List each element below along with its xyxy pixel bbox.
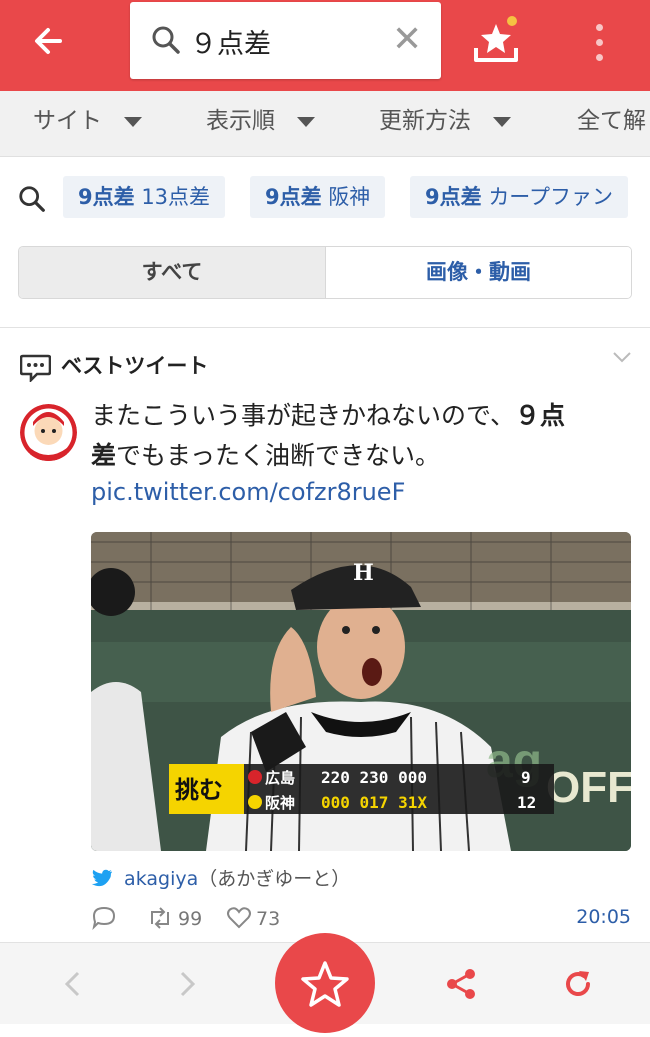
tweet-text: またこういう事が起きかねないので、９点 差でもまったく油断できない。	[91, 401, 566, 470]
search-icon	[19, 186, 45, 212]
related-chip[interactable]: 9点差 13点差	[63, 176, 226, 218]
team2-innings: 000 017 31X	[321, 793, 427, 812]
svg-text:H: H	[353, 560, 374, 586]
caret-down-icon	[124, 116, 142, 127]
like-count: 73	[256, 908, 281, 930]
tweet-time[interactable]: 20:05	[576, 906, 631, 928]
share-icon[interactable]	[443, 966, 479, 1002]
reply-button[interactable]	[91, 906, 121, 931]
search-input[interactable]: ９点差 ✕	[130, 2, 441, 79]
retweet-button[interactable]: 99	[146, 906, 202, 930]
tab-media[interactable]: 画像・動画	[325, 247, 631, 298]
chevron-left-icon[interactable]	[60, 969, 86, 999]
filter-bar: サイト 表示順 更新方法 全て解	[0, 91, 650, 157]
tweet-image[interactable]: H ag OFF 挑む 広島 阪神 220 230 000 000 017 31…	[91, 532, 631, 851]
author-handle[interactable]: akagiya	[124, 868, 198, 890]
team1-name: 広島	[265, 769, 295, 787]
like-button[interactable]: 73	[226, 906, 280, 930]
tweet-link[interactable]: pic.twitter.com/cofzr8rueF	[91, 478, 405, 506]
top-bar: ９点差 ✕	[0, 0, 650, 91]
clear-search-button[interactable]: ✕	[392, 20, 422, 60]
tweet-author: akagiya（あかぎゆーと）	[91, 864, 350, 891]
retweet-count: 99	[178, 908, 203, 930]
related-chip[interactable]: 9点差 カープファン	[410, 176, 629, 218]
chevron-down-icon[interactable]	[612, 350, 632, 364]
avatar-image	[20, 404, 77, 461]
retweet-icon	[151, 907, 169, 929]
menu-button[interactable]	[586, 20, 612, 64]
caret-down-icon	[297, 116, 315, 127]
speech-bubble-icon	[20, 354, 51, 382]
heart-icon	[227, 907, 251, 929]
divider	[0, 327, 650, 328]
twitter-bird-icon	[91, 869, 112, 887]
favorite-star-button[interactable]	[275, 933, 375, 1033]
author-display-name: （あかぎゆーと）	[198, 868, 351, 890]
filter-all[interactable]: 全て解	[577, 101, 646, 135]
search-icon	[152, 26, 180, 54]
team2-name: 阪神	[265, 794, 295, 812]
arrow-left-icon	[35, 28, 62, 54]
caret-down-icon	[493, 116, 511, 127]
team1-innings: 220 230 000	[321, 768, 427, 787]
filter-sort[interactable]: 表示順	[206, 101, 315, 135]
best-tweet-title: ベストツイート	[61, 354, 209, 378]
filter-site[interactable]: サイト	[33, 101, 142, 135]
team2-total: 12	[517, 793, 536, 812]
related-searches: 9点差 13点差 9点差 阪神 9点差 カープファン	[0, 166, 650, 230]
result-type-toggle: すべて 画像・動画	[18, 246, 632, 299]
svg-text:OFF: OFF	[546, 763, 631, 812]
back-button[interactable]	[22, 18, 78, 64]
notification-dot	[505, 14, 519, 28]
filter-update[interactable]: 更新方法	[379, 101, 511, 135]
reply-icon	[92, 906, 116, 931]
search-query: ９点差	[190, 29, 271, 60]
chevron-right-icon[interactable]	[174, 969, 200, 999]
tweet-photo: H ag OFF 挑む 広島 阪神 220 230 000 000 017 31…	[91, 532, 631, 851]
reload-icon[interactable]	[560, 966, 596, 1002]
related-chip[interactable]: 9点差 阪神	[250, 176, 386, 218]
scoreboard-badge: 挑む	[175, 776, 223, 804]
star-icon	[301, 961, 349, 1007]
tab-all[interactable]: すべて	[19, 247, 325, 298]
avatar[interactable]	[20, 404, 77, 461]
kebab-icon	[595, 24, 603, 31]
team1-total: 9	[521, 768, 531, 787]
